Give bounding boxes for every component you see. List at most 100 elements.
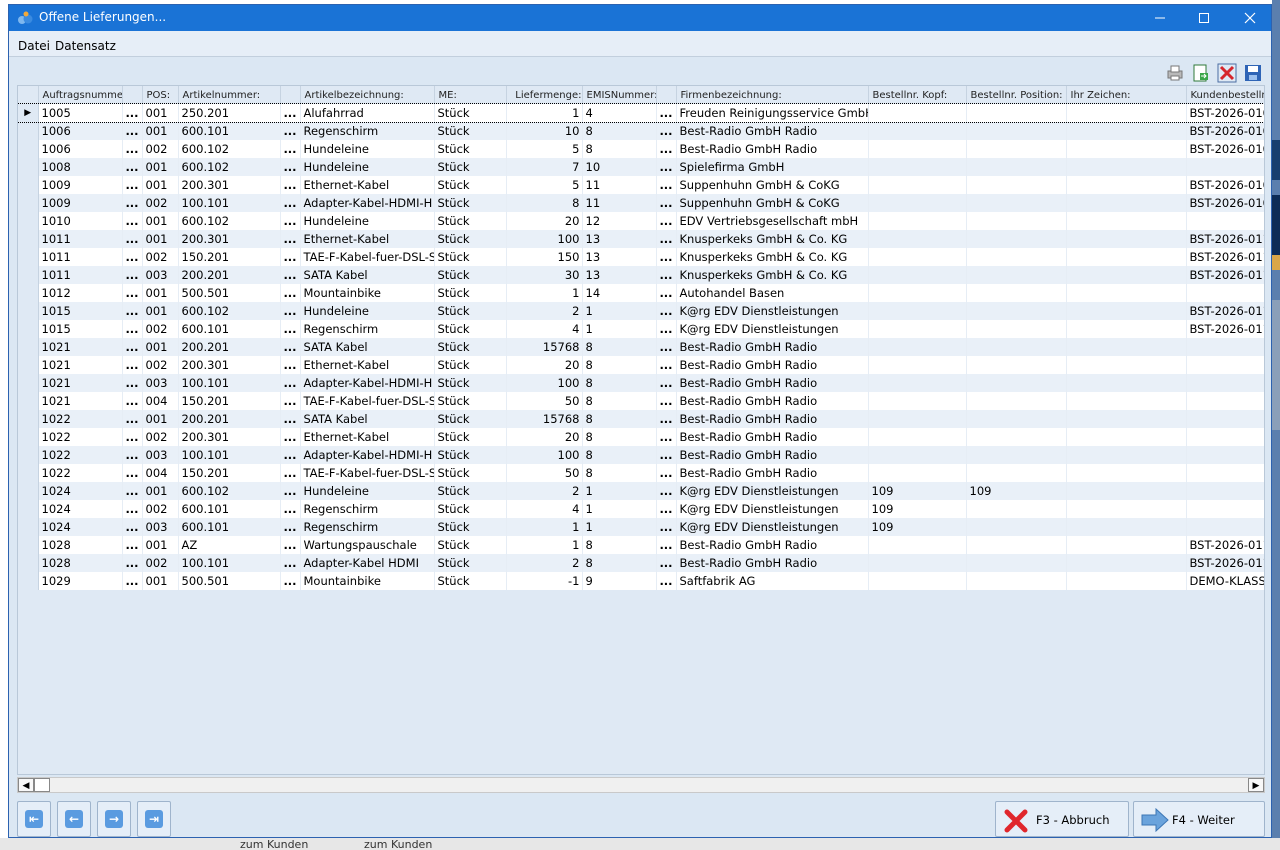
table-row[interactable]: 1028... 001 AZ... Wartungspauschale Stück 1 8.… [18,536,1264,554]
cancel-button[interactable]: F3 - Abbruch [995,801,1129,837]
lookup-button[interactable]: ... [656,104,677,122]
lookup-button[interactable]: ... [122,500,143,518]
lookup-button[interactable]: ... [656,482,677,500]
lookup-button[interactable]: ... [122,572,143,590]
table-row[interactable]: 1011... 001 200.301... Ethernet-Kabel Stück 1… [18,230,1264,248]
lookup-button[interactable]: ... [122,374,143,392]
row-indicator[interactable] [18,482,39,500]
table-row[interactable]: 1012... 001 500.501... Mountainbike Stück 1 14… [18,284,1264,302]
lookup-button[interactable]: ... [280,140,301,158]
next-button[interactable]: F4 - Weiter [1133,801,1265,837]
lookup-button[interactable]: ... [280,104,301,122]
row-indicator[interactable] [18,140,39,158]
row-indicator[interactable] [18,158,39,176]
deliveries-grid[interactable]: Auftragsnummer: POS: Artikelnummer: Artikel… [17,85,1265,775]
lookup-button[interactable]: ... [280,554,301,572]
lookup-button[interactable]: ... [280,356,301,374]
table-row[interactable]: 1024... 002 600.101... Regenschirm Stück 4 1..… [18,500,1264,518]
maximize-button[interactable] [1181,5,1227,31]
lookup-button[interactable]: ... [122,428,143,446]
table-row[interactable]: 1021... 004 150.201... TAE-F-Kabel-fuer-DSL… [18,392,1264,410]
lookup-button[interactable]: ... [280,302,301,320]
row-indicator[interactable] [18,176,39,194]
lookup-button[interactable]: ... [280,194,301,212]
row-indicator[interactable] [18,392,39,410]
lookup-button[interactable]: ... [122,410,143,428]
lookup-button[interactable]: ... [122,518,143,536]
table-row[interactable]: 1015... 002 600.101... Regenschirm Stück 4 1..… [18,320,1264,338]
table-row[interactable]: 1006... 001 600.101... Regenschirm Stück 10 8.… [18,122,1264,140]
lookup-button[interactable]: ... [122,194,143,212]
lookup-button[interactable]: ... [656,500,677,518]
table-row[interactable]: 1008... 001 600.102... Hundeleine Stück 7 10..… [18,158,1264,176]
column-header[interactable]: Firmenbezeichnung: [676,86,869,104]
lookup-button[interactable]: ... [122,338,143,356]
lookup-button[interactable]: ... [122,356,143,374]
first-record-button[interactable]: ⇤ [17,801,51,837]
row-indicator[interactable] [18,572,39,590]
lookup-button[interactable]: ... [656,212,677,230]
table-row[interactable]: 1021... 002 200.301... Ethernet-Kabel Stück 2… [18,356,1264,374]
lookup-button[interactable]: ... [280,158,301,176]
row-indicator[interactable] [18,410,39,428]
lookup-button[interactable]: ... [122,140,143,158]
lookup-button[interactable]: ... [656,284,677,302]
lookup-button[interactable]: ... [122,464,143,482]
row-indicator[interactable] [18,554,39,572]
table-row[interactable]: ▶ 1005... 001 250.201... Alufahrrad Stück 1 4..… [18,103,1264,123]
table-row[interactable]: 1021... 003 100.101... Adapter-Kabel-HDMI-H… [18,374,1264,392]
lookup-button[interactable]: ... [656,428,677,446]
lookup-button[interactable]: ... [122,122,143,140]
minimize-button[interactable] [1137,5,1183,31]
lookup-button[interactable]: ... [280,122,301,140]
lookup-button[interactable]: ... [656,410,677,428]
row-indicator[interactable]: ▶ [18,104,39,122]
row-indicator[interactable] [18,266,39,284]
lookup-button[interactable]: ... [656,536,677,554]
menu-datensatz[interactable]: Datensatz [55,39,116,53]
column-header[interactable]: Bestellnr. Kopf: [868,86,967,104]
table-row[interactable]: 1021... 001 200.201... SATA Kabel Stück 15768… [18,338,1264,356]
column-header[interactable]: Artikelnummer: [178,86,281,104]
lookup-button[interactable]: ... [280,374,301,392]
row-indicator[interactable] [18,338,39,356]
lookup-button[interactable]: ... [656,158,677,176]
row-indicator[interactable] [18,446,39,464]
lookup-button[interactable]: ... [122,230,143,248]
lookup-button[interactable]: ... [122,482,143,500]
table-row[interactable]: 1015... 001 600.102... Hundeleine Stück 2 1...… [18,302,1264,320]
lookup-button[interactable]: ... [280,428,301,446]
lookup-button[interactable]: ... [280,320,301,338]
lookup-button[interactable]: ... [656,446,677,464]
row-indicator[interactable] [18,284,39,302]
lookup-button[interactable]: ... [656,194,677,212]
lookup-button[interactable]: ... [122,176,143,194]
column-header[interactable]: EMISNummer: [582,86,657,104]
lookup-button[interactable]: ... [280,482,301,500]
table-row[interactable]: 1024... 003 600.101... Regenschirm Stück 1 1..… [18,518,1264,536]
table-row[interactable]: 1006... 002 600.102... Hundeleine Stück 5 8...… [18,140,1264,158]
lookup-button[interactable]: ... [122,302,143,320]
lookup-button[interactable]: ... [280,284,301,302]
lookup-button[interactable]: ... [656,572,677,590]
lookup-button[interactable]: ... [656,266,677,284]
menu-datei[interactable]: Datei [18,39,50,53]
row-indicator[interactable] [18,356,39,374]
printer-icon[interactable] [1165,63,1185,83]
row-indicator[interactable] [18,518,39,536]
lookup-button[interactable]: ... [122,266,143,284]
lookup-button[interactable]: ... [280,392,301,410]
column-header[interactable]: ME: [434,86,507,104]
lookup-button[interactable]: ... [280,500,301,518]
lookup-button[interactable]: ... [122,212,143,230]
row-indicator[interactable] [18,536,39,554]
lookup-button[interactable]: ... [280,446,301,464]
scroll-left-arrow-icon[interactable]: ◀ [18,778,34,792]
scroll-right-arrow-icon[interactable]: ▶ [1248,778,1264,792]
row-indicator[interactable] [18,374,39,392]
table-row[interactable]: 1009... 002 100.101... Adapter-Kabel-HDMI-H… [18,194,1264,212]
lookup-button[interactable]: ... [122,320,143,338]
previous-record-button[interactable]: ← [57,801,91,837]
row-indicator[interactable] [18,500,39,518]
column-header[interactable]: Kundenbestelln [1186,86,1264,104]
